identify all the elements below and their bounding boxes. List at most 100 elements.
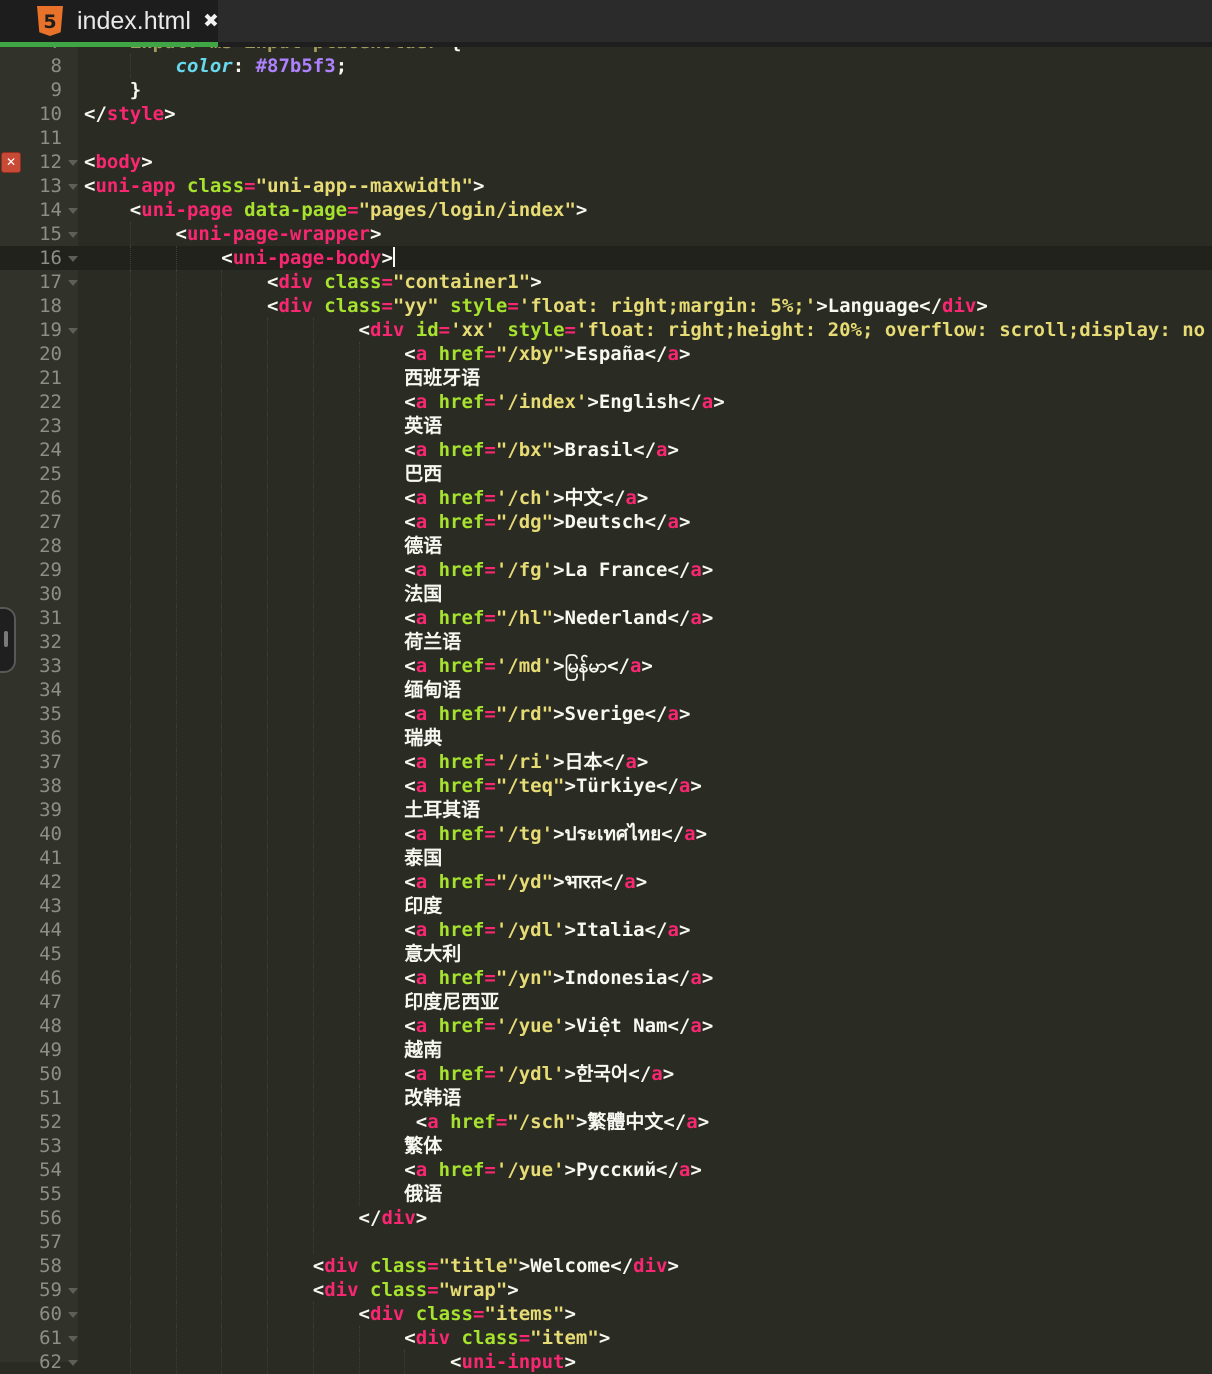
code-line-53[interactable]: 53 繁体 [0, 1134, 1212, 1158]
line-number: 15 [0, 222, 62, 246]
indent-guide [176, 318, 177, 342]
code-line-33[interactable]: 33 <a href='/md'>မြန်မာ</a> [0, 654, 1212, 678]
fold-arrow-icon[interactable] [62, 222, 84, 246]
code-line-52[interactable]: 52 <a href="/sch">繁體中文</a> [0, 1110, 1212, 1134]
code-text: <div class="item"> [84, 1326, 1212, 1350]
code-line-39[interactable]: 39 土耳其语 [0, 798, 1212, 822]
code-line-17[interactable]: 17 <div class="container1"> [0, 270, 1212, 294]
indent-guide [221, 606, 222, 630]
fold-gutter [62, 1254, 84, 1278]
close-icon[interactable]: ✖ [203, 10, 219, 32]
fold-arrow-icon[interactable] [62, 1350, 84, 1374]
code-line-57[interactable]: 57 [0, 1230, 1212, 1254]
code-line-31[interactable]: 31 <a href="/hl">Nederland</a> [0, 606, 1212, 630]
line-number: 40 [0, 822, 62, 846]
fold-arrow-icon[interactable] [62, 1278, 84, 1302]
indent-guide [130, 486, 131, 510]
line-number: 52 [0, 1110, 62, 1134]
code-line-23[interactable]: 23 英语 [0, 414, 1212, 438]
code-line-54[interactable]: 54 <a href='/yue'>Русский</a> [0, 1158, 1212, 1182]
code-line-45[interactable]: 45 意大利 [0, 942, 1212, 966]
side-panel-handle[interactable] [0, 607, 16, 673]
indent-guide [130, 222, 131, 246]
code-text: <a href="/rd">Sverige</a> [84, 702, 1212, 726]
code-line-26[interactable]: 26 <a href='/ch'>中文</a> [0, 486, 1212, 510]
code-line-29[interactable]: 29 <a href='/fg'>La France</a> [0, 558, 1212, 582]
code-line-35[interactable]: 35 <a href="/rd">Sverige</a> [0, 702, 1212, 726]
code-line-47[interactable]: 47 印度尼西亚 [0, 990, 1212, 1014]
fold-arrow-icon[interactable] [62, 246, 84, 270]
code-line-13[interactable]: 13<uni-app class="uni-app--maxwidth"> [0, 174, 1212, 198]
code-line-43[interactable]: 43 印度 [0, 894, 1212, 918]
code-line-32[interactable]: 32 荷兰语 [0, 630, 1212, 654]
code-line-61[interactable]: 61 <div class="item"> [0, 1326, 1212, 1350]
fold-arrow-icon[interactable] [62, 150, 84, 174]
code-line-20[interactable]: 20 <a href="/xby">España</a> [0, 342, 1212, 366]
indent-guide [176, 438, 177, 462]
code-line-62[interactable]: 62 <uni-input> [0, 1350, 1212, 1374]
code-text: <a href='/fg'>La France</a> [84, 558, 1212, 582]
code-line-40[interactable]: 40 <a href='/tg'>ประเทศไทย</a> [0, 822, 1212, 846]
code-line-21[interactable]: 21 西班牙语 [0, 366, 1212, 390]
code-line-19[interactable]: 19 <div id='xx' style='float: right;heig… [0, 318, 1212, 342]
code-text: 俄语 [84, 1182, 1212, 1206]
line-number: 45 [0, 942, 62, 966]
indent-guide [130, 750, 131, 774]
code-line-51[interactable]: 51 改韩语 [0, 1086, 1212, 1110]
code-line-42[interactable]: 42 <a href="/yd">भारत</a> [0, 870, 1212, 894]
code-line-50[interactable]: 50 <a href='/ydl'>한국어</a> [0, 1062, 1212, 1086]
code-text: 缅甸语 [84, 678, 1212, 702]
code-line-25[interactable]: 25 巴西 [0, 462, 1212, 486]
indent-guide [176, 702, 177, 726]
code-line-10[interactable]: 10</style> [0, 102, 1212, 126]
indent-guide [176, 1206, 177, 1230]
fold-arrow-icon[interactable] [62, 1326, 84, 1350]
indent-guide [221, 966, 222, 990]
indent-guide [359, 366, 360, 390]
code-line-41[interactable]: 41 泰国 [0, 846, 1212, 870]
indent-guide [267, 558, 268, 582]
code-line-59[interactable]: 59 <div class="wrap"> [0, 1278, 1212, 1302]
tab-index-html[interactable]: 5 index.html ✖ [0, 0, 218, 42]
code-line-49[interactable]: 49 越南 [0, 1038, 1212, 1062]
fold-arrow-icon[interactable] [62, 318, 84, 342]
code-line-46[interactable]: 46 <a href="/yn">Indonesia</a> [0, 966, 1212, 990]
code-line-11[interactable]: 11 [0, 126, 1212, 150]
code-line-37[interactable]: 37 <a href='/ri'>日本</a> [0, 750, 1212, 774]
code-line-56[interactable]: 56 </div> [0, 1206, 1212, 1230]
code-line-27[interactable]: 27 <a href="/dg">Deutsch</a> [0, 510, 1212, 534]
code-line-18[interactable]: 18 <div class="yy" style='float: right;m… [0, 294, 1212, 318]
code-line-28[interactable]: 28 德语 [0, 534, 1212, 558]
indent-guide [221, 534, 222, 558]
code-line-58[interactable]: 58 <div class="title">Welcome</div> [0, 1254, 1212, 1278]
code-line-9[interactable]: 9 } [0, 78, 1212, 102]
fold-arrow-icon[interactable] [62, 270, 84, 294]
code-line-24[interactable]: 24 <a href="/bx">Brasil</a> [0, 438, 1212, 462]
code-line-55[interactable]: 55 俄语 [0, 1182, 1212, 1206]
code-line-34[interactable]: 34 缅甸语 [0, 678, 1212, 702]
indent-guide [176, 1158, 177, 1182]
code-line-12[interactable]: 12✕<body> [0, 150, 1212, 174]
line-number: 41 [0, 846, 62, 870]
code-line-15[interactable]: 15 <uni-page-wrapper> [0, 222, 1212, 246]
code-line-36[interactable]: 36 瑞典 [0, 726, 1212, 750]
indent-guide [313, 1326, 314, 1350]
code-text: <a href="/xby">España</a> [84, 342, 1212, 366]
fold-arrow-icon[interactable] [62, 1302, 84, 1326]
indent-guide [130, 1230, 131, 1254]
fold-gutter [62, 678, 84, 702]
code-line-48[interactable]: 48 <a href='/yue'>Việt Nam</a> [0, 1014, 1212, 1038]
code-line-60[interactable]: 60 <div class="items"> [0, 1302, 1212, 1326]
code-line-38[interactable]: 38 <a href="/teq">Türkiye</a> [0, 774, 1212, 798]
code-line-14[interactable]: 14 <uni-page data-page="pages/login/inde… [0, 198, 1212, 222]
code-line-22[interactable]: 22 <a href='/index'>English</a> [0, 390, 1212, 414]
code-text: 西班牙语 [84, 366, 1212, 390]
code-line-44[interactable]: 44 <a href='/ydl'>Italia</a> [0, 918, 1212, 942]
code-editor[interactable]: 7 input:-ms-input-placeholder {8 color: … [0, 0, 1212, 1362]
code-line-16[interactable]: 16 <uni-page-body> [0, 246, 1212, 270]
fold-arrow-icon[interactable] [62, 174, 84, 198]
fold-arrow-icon[interactable] [62, 198, 84, 222]
indent-guide [130, 390, 131, 414]
code-line-8[interactable]: 8 color: #87b5f3; [0, 54, 1212, 78]
code-line-30[interactable]: 30 法国 [0, 582, 1212, 606]
